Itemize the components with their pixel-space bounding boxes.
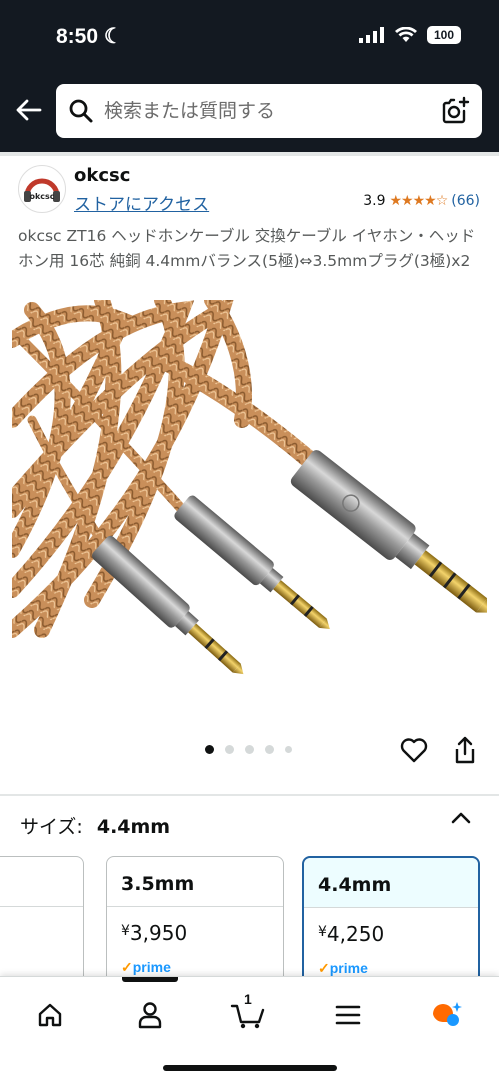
currency-symbol: ¥: [318, 924, 327, 940]
size-option-price: ¥3,950: [107, 907, 283, 945]
size-option-price: ¥4,250: [304, 908, 478, 946]
nav-home[interactable]: [30, 995, 70, 1035]
check-icon: ✓: [318, 960, 330, 976]
size-option-header: [0, 857, 83, 907]
rating[interactable]: 3.9 ★★★★☆ (66): [363, 193, 480, 209]
menu-icon: [335, 1005, 361, 1025]
chevron-up-icon: [451, 812, 471, 824]
nav-account[interactable]: [130, 995, 170, 1035]
battery-icon: 100: [427, 26, 461, 44]
rating-count[interactable]: (66): [451, 193, 480, 209]
share-icon: [455, 736, 475, 764]
search-header: [0, 70, 499, 152]
plug-3-5mm-a: [174, 495, 330, 630]
wishlist-button[interactable]: [400, 737, 428, 767]
collapse-size-button[interactable]: [450, 810, 472, 830]
back-button[interactable]: [12, 94, 44, 126]
size-option-name: 3.5mm: [107, 857, 283, 907]
heart-icon: [400, 738, 428, 763]
product-title: okcsc ZT16 ヘッドホンケーブル 交換ケーブル イヤホン・ヘッドホン用 …: [18, 227, 476, 270]
status-time: 8:50 ☾: [56, 24, 123, 49]
signal-icon: [359, 27, 384, 43]
camera-search-button[interactable]: [440, 96, 470, 130]
size-option-partial[interactable]: [0, 856, 84, 976]
arrow-left-icon: [16, 99, 42, 121]
carousel-dot[interactable]: [225, 745, 234, 754]
price-value: 4,250: [326, 922, 385, 946]
prime-badge: ✓prime: [121, 959, 171, 976]
bottom-nav: 1: [0, 976, 499, 1081]
status-bar: 8:50 ☾ 100: [0, 0, 499, 70]
carousel-dot[interactable]: [285, 746, 292, 753]
carousel-dot-active[interactable]: [205, 745, 214, 754]
size-label: サイズ:: [20, 816, 83, 838]
search-box[interactable]: [56, 84, 482, 138]
nav-menu[interactable]: [328, 995, 368, 1035]
prime-badge: ✓prime: [318, 960, 368, 976]
prime-text: prime: [329, 960, 368, 976]
price-value: 3,950: [129, 921, 188, 945]
brand-logo[interactable]: okcsc: [18, 165, 66, 213]
wifi-icon: [395, 27, 417, 42]
status-icons: 100: [359, 26, 461, 44]
prime-text: prime: [132, 959, 171, 975]
moon-icon: ☾: [103, 25, 123, 48]
home-indicator: [163, 1065, 337, 1071]
brand-logo-text: okcsc: [29, 192, 54, 201]
size-option-4-4mm[interactable]: 4.4mm ¥4,250 ✓prime: [302, 856, 480, 976]
size-option-name: 4.4mm: [304, 858, 478, 908]
battery-level: 100: [433, 28, 455, 42]
carousel-dot[interactable]: [265, 745, 274, 754]
rating-value: 3.9: [363, 193, 386, 209]
brand-row: okcsc okcsc ストアにアクセス 3.9 ★★★★☆ (66): [18, 165, 484, 215]
brand-name: okcsc: [74, 165, 131, 186]
star-rating-icon: ★★★★☆: [389, 193, 448, 209]
currency-symbol: ¥: [121, 923, 130, 939]
time-text: 8:50: [56, 25, 99, 48]
divider: [0, 152, 499, 156]
size-value: 4.4mm: [96, 816, 171, 838]
plug-4-4mm: [290, 450, 492, 613]
chat-bubble-icon: [433, 1002, 462, 1026]
carousel-dot[interactable]: [245, 745, 254, 754]
size-row: サイズ: 4.4mm: [20, 812, 170, 839]
carousel-dots[interactable]: [205, 745, 292, 754]
search-icon: [68, 98, 94, 128]
person-icon: [138, 1002, 162, 1029]
product-image[interactable]: [4, 292, 492, 740]
nav-active-indicator: [122, 977, 178, 982]
visit-store-link[interactable]: ストアにアクセス: [74, 190, 209, 215]
camera-icon: [442, 96, 470, 124]
cart-count: 1: [244, 991, 252, 1007]
check-icon: ✓: [121, 959, 133, 975]
share-button[interactable]: [452, 735, 478, 769]
size-options: 3.5mm ¥3,950 ✓prime 4.4mm ¥4,250 ✓prime: [0, 856, 499, 976]
search-input[interactable]: [104, 94, 424, 128]
size-option-3-5mm[interactable]: 3.5mm ¥3,950 ✓prime: [106, 856, 284, 976]
nav-rufus[interactable]: [426, 995, 466, 1035]
nav-cart[interactable]: 1: [228, 991, 268, 1035]
divider: [0, 794, 499, 796]
home-icon: [38, 1003, 62, 1027]
